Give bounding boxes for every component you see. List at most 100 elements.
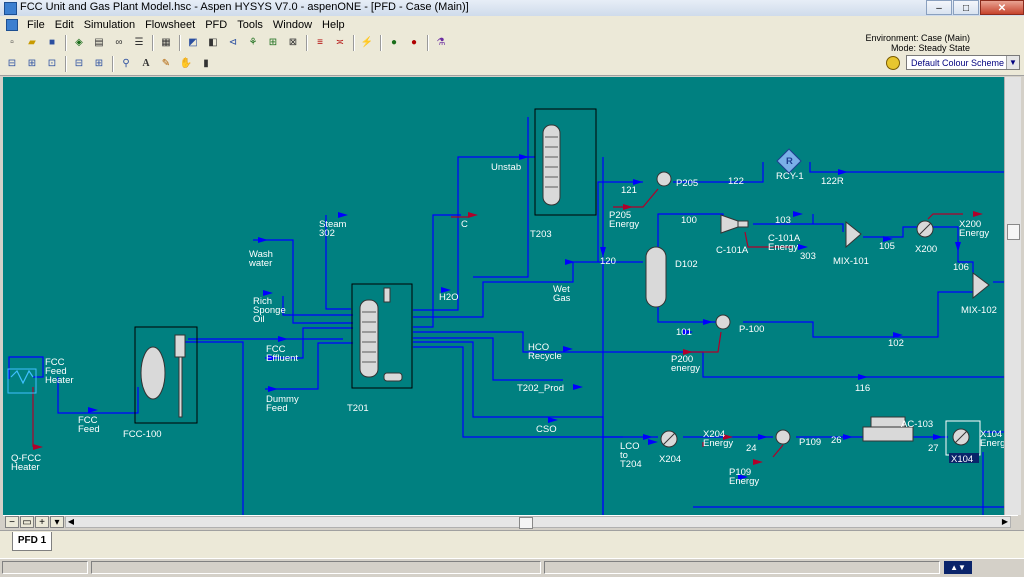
stream-arrow-icon <box>573 384 583 390</box>
zoom-out-button[interactable]: − <box>5 516 19 528</box>
stream-arrow-icon <box>793 211 803 217</box>
maximize-button[interactable]: □ <box>953 0 979 15</box>
toolbar-separator <box>380 35 382 51</box>
menu-file[interactable]: File <box>22 19 50 31</box>
paint-icon[interactable]: ✎ <box>158 56 174 72</box>
new-file-icon[interactable]: ▫ <box>4 35 20 51</box>
menu-help[interactable]: Help <box>317 19 350 31</box>
open-folder-icon[interactable]: ▰ <box>24 35 40 51</box>
menu-simulation[interactable]: Simulation <box>79 19 140 31</box>
x204-cooler[interactable] <box>660 430 678 448</box>
menu-flowsheet[interactable]: Flowsheet <box>140 19 200 31</box>
pfd-tab-strip: PFD 1 <box>0 530 1024 559</box>
p205-pump[interactable] <box>656 171 672 187</box>
label-unstab: Unstab <box>491 162 521 173</box>
label-105: 105 <box>879 241 895 252</box>
vertical-scroll-thumb[interactable] <box>1007 224 1020 240</box>
tab-pfd-1[interactable]: PFD 1 <box>12 532 52 551</box>
mix-102-block[interactable] <box>972 272 990 300</box>
stream-arrow-icon <box>278 336 288 342</box>
zoom-in-button[interactable]: + <box>35 516 49 528</box>
d102-separator[interactable] <box>645 246 667 308</box>
zoom-fit-button[interactable]: ▭ <box>20 516 34 528</box>
stream-arrow-icon <box>338 212 348 218</box>
menu-bar: File Edit Simulation Flowsheet PFD Tools… <box>0 16 1024 33</box>
t203-block[interactable] <box>534 108 597 216</box>
colour-scheme-icon[interactable] <box>886 56 900 70</box>
reconnect-icon[interactable]: ⊞ <box>91 56 107 72</box>
stream-arrow-icon <box>838 169 848 175</box>
break-connection-icon[interactable]: ⊟ <box>71 56 87 72</box>
databook-icon[interactable]: ⊞ <box>265 35 281 51</box>
scroll-right-icon[interactable]: ▶ <box>1000 517 1010 527</box>
fcc-feed-heater-block[interactable] <box>7 368 37 394</box>
minimize-button[interactable]: – <box>926 0 952 15</box>
menu-window[interactable]: Window <box>268 19 317 31</box>
menu-pfd[interactable]: PFD <box>200 19 232 31</box>
label-rcy-1: RCY-1 <box>776 171 804 182</box>
x200-cooler[interactable] <box>916 220 934 238</box>
colour-scheme-select[interactable]: Default Colour Scheme ▼ <box>906 55 1020 70</box>
canvas-bottom-bar: − ▭ + ▾ ◀ ▶ <box>3 515 1018 529</box>
menu-edit[interactable]: Edit <box>50 19 79 31</box>
zoom-menu-button[interactable]: ▾ <box>50 516 64 528</box>
t201-block[interactable] <box>351 283 413 389</box>
dropdown-arrow-icon[interactable]: ▼ <box>1006 56 1019 69</box>
auto-position-icon[interactable]: ⊞ <box>24 56 40 72</box>
stream-icon[interactable]: ⊲ <box>225 35 241 51</box>
pfd-canvas[interactable]: FCC Feed Heater FCC Feed Q-FCC Heater FCC-10… <box>3 77 1004 515</box>
workbook-icon[interactable]: ▤ <box>91 35 107 51</box>
label-c: C <box>461 219 468 230</box>
object-palette-icon[interactable]: ▮ <box>198 56 214 72</box>
grid-icon[interactable]: ▦ <box>158 35 174 51</box>
label-x200: X200 <box>915 244 937 255</box>
title-bar: FCC Unit and Gas Plant Model.hsc - Aspen… <box>0 0 1024 17</box>
horizontal-scrollbar[interactable]: ◀ ▶ <box>65 516 1011 529</box>
label-p205: P205 <box>676 178 698 189</box>
window-title: FCC Unit and Gas Plant Model.hsc - Aspen… <box>20 1 469 13</box>
close-button[interactable]: ✕ <box>980 0 1024 15</box>
attach-mode-icon[interactable]: ⊡ <box>44 56 60 72</box>
object-navigator-icon[interactable]: ☰ <box>131 35 147 51</box>
controller-icon[interactable]: ≍ <box>332 35 348 51</box>
x104-cooler[interactable] <box>945 420 981 456</box>
label-wash-water: Wash water <box>248 249 273 269</box>
size-mode-icon[interactable]: ⊟ <box>4 56 20 72</box>
label-c-101a: C-101A <box>716 245 749 256</box>
menu-tools[interactable]: Tools <box>232 19 268 31</box>
case-study-icon[interactable]: ⊠ <box>285 35 301 51</box>
mix-101-block[interactable] <box>845 220 862 249</box>
text-label-icon[interactable]: A <box>138 56 154 72</box>
p-100-pump[interactable] <box>715 314 731 330</box>
dynamics-icon[interactable]: ⚡ <box>359 35 375 51</box>
label-mix-101: MIX-101 <box>833 256 869 267</box>
document-icon[interactable] <box>6 18 18 31</box>
hand-pan-icon[interactable]: ✋ <box>178 56 194 72</box>
zoom-icon[interactable]: ⚲ <box>118 56 134 72</box>
label-fcc-100: FCC-100 <box>123 429 162 440</box>
flask-icon[interactable]: ⚗ <box>433 35 449 51</box>
horizontal-scroll-thumb[interactable] <box>519 517 533 529</box>
c-101a-compressor[interactable] <box>720 214 749 234</box>
toolbar-separator <box>112 56 114 72</box>
label-fcc-feed-heater: FCC Feed Heater <box>45 357 74 386</box>
solver-hold-icon[interactable]: ● <box>406 35 422 51</box>
solver-icon[interactable]: ◈ <box>71 35 87 51</box>
save-icon[interactable]: ■ <box>44 35 60 51</box>
label-rich-sponge-oil: Rich Sponge Oil <box>253 296 286 325</box>
p109-pump[interactable] <box>775 429 791 445</box>
binoculars-icon[interactable]: ∞ <box>111 35 127 51</box>
pfd-icon[interactable]: ◩ <box>185 35 201 51</box>
utilities-icon[interactable]: ⚘ <box>245 35 261 51</box>
toolbar-separator <box>152 35 154 51</box>
label-122r: 122R <box>821 176 844 187</box>
label-x200-energy: X200 Energy <box>959 219 989 239</box>
solver-active-icon[interactable]: ● <box>386 35 402 51</box>
stream-arrows <box>88 154 961 480</box>
workbook-view-icon[interactable]: ◧ <box>205 35 221 51</box>
scroll-left-icon[interactable]: ◀ <box>66 517 76 527</box>
strip-chart-icon[interactable]: ≡ <box>312 35 328 51</box>
vertical-scrollbar[interactable] <box>1004 77 1021 515</box>
stream-arrow-icon <box>758 434 768 440</box>
status-toggle-button[interactable]: ▲▼ <box>944 561 972 574</box>
